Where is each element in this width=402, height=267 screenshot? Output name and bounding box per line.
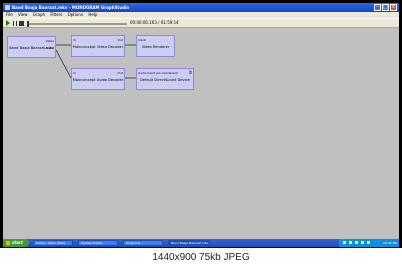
tray-network-icon[interactable] — [343, 241, 346, 244]
windows-logo-icon — [6, 241, 10, 245]
tray-volume-icon[interactable] — [349, 241, 352, 244]
filter-graph-canvas[interactable]: Band Baaja Baaraat.mkv Video Audio In Ou… — [3, 28, 399, 239]
task-button-graphstudio[interactable]: Band Baaja Baaraat.mkv... — [168, 240, 210, 246]
menu-view[interactable]: View — [18, 12, 28, 17]
maximize-button[interactable]: □ — [382, 4, 389, 11]
image-caption: 1440x900 75kb JPEG — [152, 252, 250, 263]
monitor-frame: Band Baaja Baaraat.mkv - MONOGRAM GraphS… — [0, 0, 402, 248]
minimize-button[interactable]: – — [374, 4, 381, 11]
filter-video-decoder[interactable]: In Out Mainconcept Video Decoder — [71, 35, 125, 57]
clock-icon: ⏱ — [188, 70, 192, 75]
tray-antivirus-icon[interactable] — [355, 241, 358, 244]
filter-video-renderer-name: Video Renderer — [141, 45, 170, 49]
pin-audio-renderer-in[interactable]: Audio Input pin (rendered) — [138, 71, 178, 75]
filter-audio-renderer-name: Default DirectSound Device — [140, 78, 190, 82]
filter-audio-renderer[interactable]: Audio Input pin (rendered) ⏱ Default Dir… — [136, 68, 194, 90]
window-title: Band Baaja Baaraat.mkv - MONOGRAM GraphS… — [12, 5, 130, 10]
pin-audio-decoder-out[interactable]: Out — [118, 71, 123, 75]
filter-video-renderer[interactable]: Input Video Renderer — [136, 35, 175, 57]
menu-filters[interactable]: Filters — [50, 12, 62, 17]
play-icon[interactable] — [6, 20, 10, 26]
menu-help[interactable]: Help — [88, 12, 97, 17]
menu-file[interactable]: File — [6, 12, 13, 17]
seek-slider[interactable] — [27, 23, 127, 25]
filter-source[interactable]: Band Baaja Baaraat.mkv Video Audio — [7, 36, 56, 58]
pin-video-decoder-out[interactable]: Out — [118, 38, 123, 42]
connection-audio — [55, 49, 72, 79]
connection-lines — [55, 44, 136, 79]
pin-audio-decoder-in[interactable]: In — [73, 71, 76, 75]
filter-video-decoder-name: Mainconcept Video Decoder — [72, 45, 124, 49]
task-button-gmail[interactable]: Gmail - Inbox (860) — [33, 240, 73, 246]
task-button-firefox[interactable]: Mozilla Firefox — [78, 240, 118, 246]
task-button-programs[interactable]: Programs — [123, 240, 163, 246]
seek-slider-thumb[interactable] — [27, 21, 29, 27]
desktop-screen: Band Baaja Baaraat.mkv - MONOGRAM GraphS… — [3, 3, 399, 247]
stop-icon[interactable] — [19, 21, 24, 26]
pin-video-decoder-in[interactable]: In — [73, 38, 76, 42]
tray-battery-icon[interactable] — [361, 241, 364, 244]
pin-audio-out[interactable]: Audio — [45, 46, 54, 50]
pin-video-out[interactable]: Video — [46, 39, 54, 43]
app-icon — [5, 5, 10, 10]
taskbar: start Gmail - Inbox (860) Mozilla Firefo… — [3, 239, 399, 247]
menu-options[interactable]: Options — [68, 12, 83, 17]
filter-audio-decoder-name: Mainconcept Audio Decoder — [72, 78, 124, 82]
close-button[interactable]: × — [390, 4, 397, 11]
tray-update-icon[interactable] — [367, 241, 370, 244]
time-readout: 00:00:00.163 / 01:59:14 — [130, 20, 179, 25]
start-label: start — [12, 240, 23, 245]
menu-graph[interactable]: Graph — [33, 12, 45, 17]
pause-icon[interactable] — [13, 21, 17, 26]
taskbar-clock[interactable]: 10:34 PM — [383, 239, 397, 247]
filter-audio-decoder[interactable]: In Out Mainconcept Audio Decoder — [71, 68, 125, 90]
window-titlebar[interactable]: Band Baaja Baaraat.mkv - MONOGRAM GraphS… — [3, 3, 399, 12]
start-button[interactable]: start — [3, 239, 29, 247]
toolbar: 00:00:00.163 / 01:59:14 — [3, 18, 399, 28]
pin-video-renderer-in[interactable]: Input — [138, 38, 146, 42]
